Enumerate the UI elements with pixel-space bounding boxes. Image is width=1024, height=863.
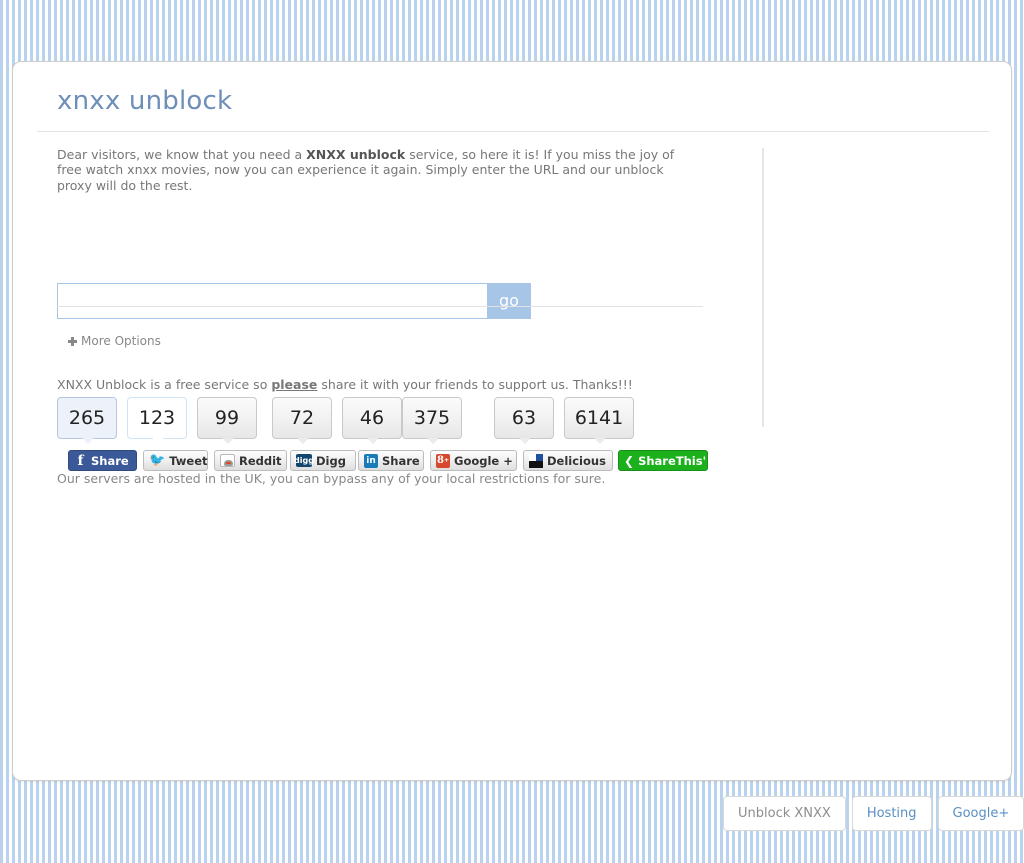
share-counter: 99 [197, 397, 257, 439]
nav-button-unblock-xnxx[interactable]: Unblock XNXX [723, 796, 846, 831]
delicious-share-button[interactable]: Delicious [523, 450, 613, 471]
digg-icon: digg [294, 454, 314, 467]
social-button-label: Digg [316, 453, 346, 468]
social-button-label: Google + [454, 453, 513, 468]
sharethis-share-button[interactable]: ❮ ShareThis' [618, 450, 708, 471]
more-options-label: More Options [81, 334, 161, 348]
social-button-label: ShareThis' [638, 453, 707, 468]
share-counter: 63 [494, 397, 554, 439]
nav-button-google-[interactable]: Google+ [937, 796, 1024, 831]
share-counter: 265 [57, 397, 117, 439]
url-form: go [57, 283, 531, 319]
delicious-icon [529, 453, 543, 468]
share-counter: 46 [342, 397, 402, 439]
social-button-label: Share [382, 453, 420, 468]
footer-note: Our servers are hosted in the UK, you ca… [57, 471, 606, 486]
googleplus-icon: 8 + [436, 453, 450, 468]
share-counter: 375 [402, 397, 462, 439]
share-divider [57, 306, 703, 307]
intro-paragraph: Dear visitors, we know that you need a X… [57, 147, 701, 193]
please-link[interactable]: please [271, 377, 317, 392]
twitter-icon: 🐦 [149, 453, 166, 468]
share-lead-2: share it with your friends to support us… [317, 377, 633, 392]
linkedin-icon: in [364, 453, 378, 468]
plus-icon [68, 337, 77, 346]
social-button-label: Tweet [169, 453, 208, 468]
intro-text-1: Dear visitors, we know that you need a [57, 147, 307, 162]
bottom-nav: Unblock XNXX Hosting Google+ [723, 796, 1024, 831]
twitter-share-button[interactable]: 🐦 Tweet [143, 450, 208, 471]
main-card: xnxx unblock Dear visitors, we know that… [12, 61, 1012, 781]
go-button[interactable]: go [487, 283, 531, 319]
more-options-toggle[interactable]: More Options [68, 334, 161, 348]
title-divider [37, 131, 989, 132]
share-lead-text: XNXX Unblock is a free service so please… [57, 377, 633, 392]
sharethis-icon: ❮ [624, 453, 635, 468]
url-input[interactable] [57, 283, 487, 319]
nav-button-hosting[interactable]: Hosting [851, 796, 932, 831]
facebook-icon: f [77, 452, 84, 469]
column-divider [762, 148, 764, 427]
digg-share-button[interactable]: digg Digg [290, 450, 356, 471]
share-counter: 123 [127, 397, 187, 439]
intro-bold: XNXX unblock [306, 147, 406, 162]
social-button-label: Reddit [239, 453, 282, 468]
share-counter: 72 [272, 397, 332, 439]
social-button-label: Share [91, 453, 129, 468]
reddit-icon [220, 454, 235, 467]
intro-block: Dear visitors, we know that you need a X… [57, 147, 703, 193]
reddit-share-button[interactable]: Reddit [214, 450, 287, 471]
social-button-label: Delicious [547, 453, 606, 468]
linkedin-share-button[interactable]: in Share [358, 450, 424, 471]
facebook-share-button[interactable]: f Share [68, 450, 137, 471]
share-lead-1: XNXX Unblock is a free service so [57, 377, 272, 392]
share-counter: 6141 [564, 397, 634, 439]
googleplus-share-button[interactable]: 8 + Google + [430, 450, 517, 471]
page-title: xnxx unblock [57, 86, 233, 116]
